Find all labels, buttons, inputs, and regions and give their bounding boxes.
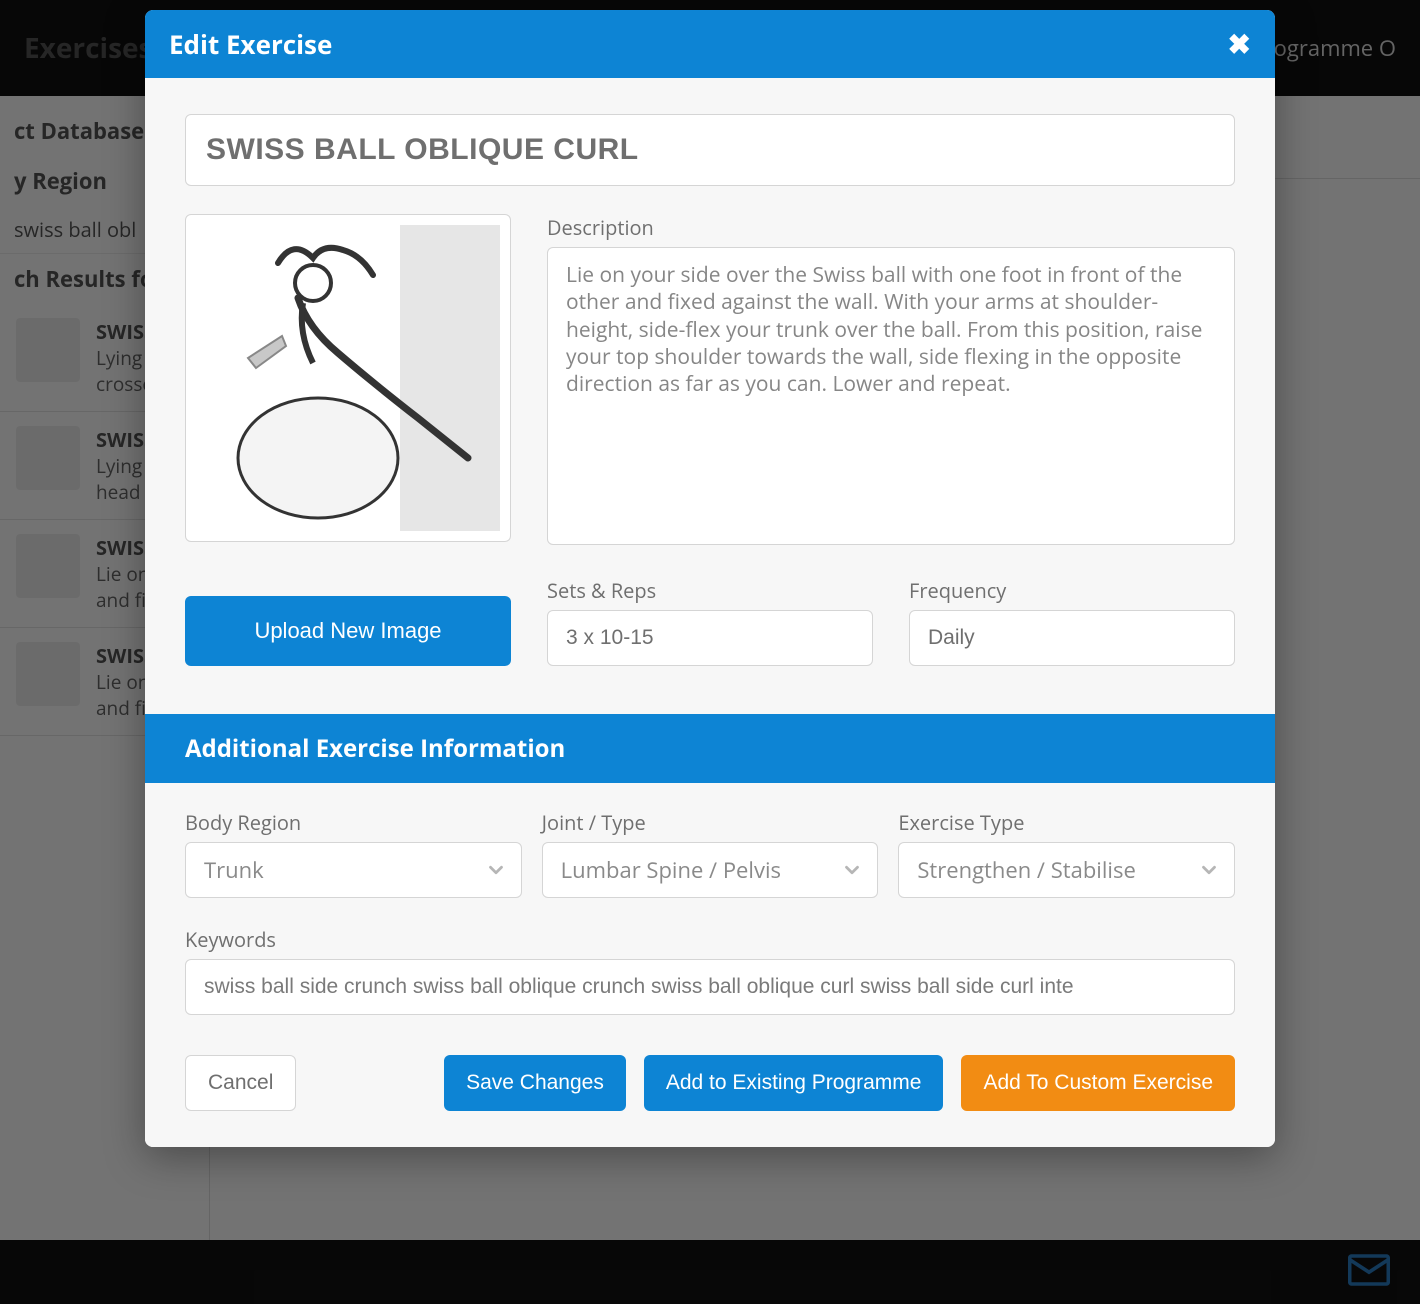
edit-exercise-modal: Edit Exercise ✖ [145, 10, 1275, 1147]
sets-reps-input[interactable] [547, 610, 873, 666]
modal-body-bottom: Body Region Trunk Joint / Type Lumbar Sp… [145, 783, 1275, 1025]
cancel-button[interactable]: Cancel [185, 1055, 296, 1111]
additional-info-bar: Additional Exercise Information [145, 714, 1275, 783]
close-icon[interactable]: ✖ [1228, 30, 1251, 58]
chevron-down-icon [1198, 859, 1220, 881]
app-background: Exercises Programme O ct Database y Regi… [0, 0, 1420, 1304]
save-button[interactable]: Save Changes [444, 1055, 626, 1111]
joint-type-value: Lumbar Spine / Pelvis [561, 855, 781, 885]
sets-reps-label: Sets & Reps [547, 577, 873, 604]
description-label: Description [547, 214, 1235, 241]
frequency-input[interactable] [909, 610, 1235, 666]
chevron-down-icon [841, 859, 863, 881]
exercise-name-input[interactable] [185, 114, 1235, 186]
add-custom-exercise-button[interactable]: Add To Custom Exercise [961, 1055, 1235, 1111]
upload-image-button[interactable]: Upload New Image [185, 596, 511, 666]
exercise-type-label: Exercise Type [898, 809, 1235, 836]
body-region-label: Body Region [185, 809, 522, 836]
keywords-label: Keywords [185, 926, 1235, 953]
frequency-label: Frequency [909, 577, 1235, 604]
keywords-input[interactable] [185, 959, 1235, 1015]
modal-body-top: Description Lie on your side over the Sw… [145, 78, 1275, 690]
modal-footer: Cancel Save Changes Add to Existing Prog… [145, 1025, 1275, 1147]
modal-overlay: Edit Exercise ✖ [0, 0, 1420, 1304]
modal-title: Edit Exercise [169, 26, 332, 62]
joint-type-select[interactable]: Lumbar Spine / Pelvis [542, 842, 879, 898]
modal-header: Edit Exercise ✖ [145, 10, 1275, 78]
exercise-type-value: Strengthen / Stabilise [917, 855, 1135, 885]
description-input[interactable]: Lie on your side over the Swiss ball wit… [547, 247, 1235, 545]
exercise-image [185, 214, 511, 542]
body-region-value: Trunk [204, 855, 264, 885]
body-region-select[interactable]: Trunk [185, 842, 522, 898]
exercise-illustration-icon [198, 228, 498, 528]
add-existing-programme-button[interactable]: Add to Existing Programme [644, 1055, 944, 1111]
exercise-type-select[interactable]: Strengthen / Stabilise [898, 842, 1235, 898]
joint-type-label: Joint / Type [542, 809, 879, 836]
chevron-down-icon [485, 859, 507, 881]
